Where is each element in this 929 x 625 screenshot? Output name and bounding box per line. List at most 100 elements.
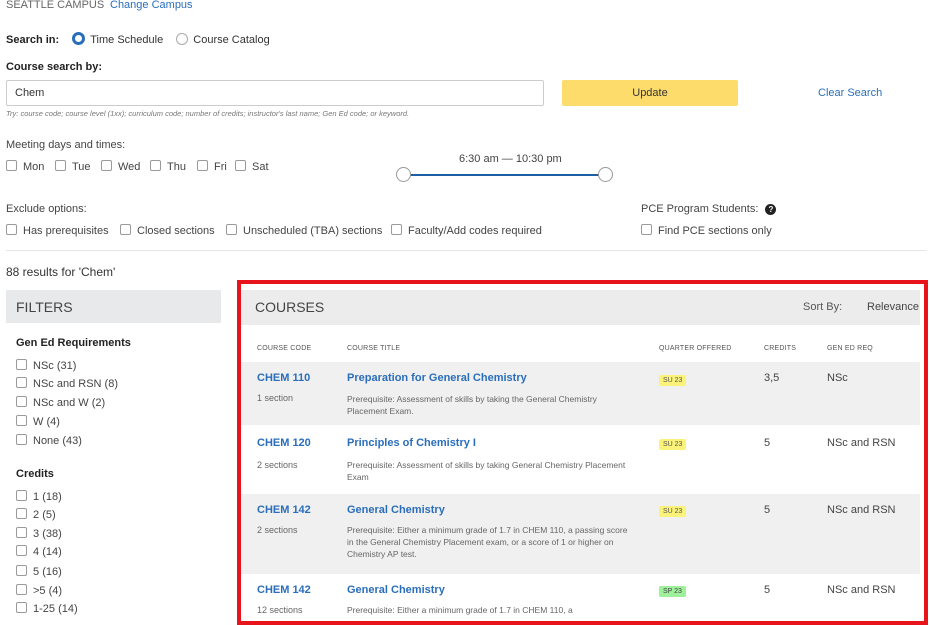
- header-course-title: COURSE TITLE: [347, 345, 401, 352]
- courses-title: COURSES: [255, 299, 325, 315]
- day-mon[interactable]: Mon: [6, 160, 44, 173]
- course-row[interactable]: CHEM 120 2 sections Principles of Chemis…: [241, 428, 920, 491]
- filter-credits-over-5[interactable]: >5 (4): [16, 584, 62, 597]
- radio-course-catalog[interactable]: Course Catalog: [176, 33, 270, 46]
- course-search-label: Course search by:: [6, 61, 102, 73]
- checkbox-icon: [16, 377, 27, 388]
- checkbox-icon: [16, 396, 27, 407]
- exclude-prerequisites[interactable]: Has prerequisites: [6, 224, 109, 237]
- time-slider-end-handle[interactable]: [598, 167, 613, 182]
- filter-gen-ed-nsc-rsn[interactable]: NSc and RSN (8): [16, 377, 118, 390]
- change-campus-link[interactable]: Change Campus: [110, 0, 193, 11]
- exclude-unscheduled[interactable]: Unscheduled (TBA) sections: [226, 224, 382, 237]
- radio-time-schedule[interactable]: Time Schedule: [72, 32, 163, 46]
- sections-count: 2 sections: [257, 460, 298, 470]
- course-row[interactable]: CHEM 142 2 sections General Chemistry Pr…: [241, 494, 920, 574]
- search-hint: Try: course code; course level (1xx); cu…: [6, 109, 410, 118]
- credits-filter-title: Credits: [16, 468, 54, 480]
- filter-gen-ed-nsc-w[interactable]: NSc and W (2): [16, 396, 105, 409]
- courses-header: COURSES Sort By: Relevance: [241, 290, 920, 325]
- checkbox-icon: [197, 160, 208, 171]
- filter-credits-5[interactable]: 5 (16): [16, 565, 62, 578]
- filter-gen-ed-w[interactable]: W (4): [16, 415, 60, 428]
- course-search-input[interactable]: [6, 80, 544, 106]
- course-row[interactable]: CHEM 110 1 section Preparation for Gener…: [241, 362, 920, 425]
- filter-credits-1-25[interactable]: 1-25 (14): [16, 602, 78, 615]
- checkbox-icon: [6, 224, 17, 235]
- update-button[interactable]: Update: [562, 80, 738, 106]
- day-fri[interactable]: Fri: [197, 160, 227, 173]
- gen-ed-value: NSc: [827, 372, 848, 384]
- checkbox-icon: [150, 160, 161, 171]
- checkbox-icon: [226, 224, 237, 235]
- checkbox-icon: [235, 160, 246, 171]
- gen-ed-value: NSc and RSN: [827, 437, 896, 449]
- course-code-link[interactable]: CHEM 120: [257, 437, 311, 449]
- checkbox-icon: [101, 160, 112, 171]
- meeting-label: Meeting days and times:: [6, 139, 126, 151]
- campus-name: SEATTLE CAMPUS: [6, 0, 105, 11]
- time-slider-start-handle[interactable]: [396, 167, 411, 182]
- course-code-link[interactable]: CHEM 142: [257, 504, 311, 516]
- exclude-label: Exclude options:: [6, 203, 87, 215]
- quarter-badge: SP 23: [659, 586, 686, 597]
- time-slider-track: [403, 174, 606, 176]
- filters-title: FILTERS: [16, 299, 73, 315]
- prerequisite-text: Prerequisite: Either a minimum grade of …: [347, 525, 628, 559]
- divider: [6, 250, 926, 251]
- filter-credits-1[interactable]: 1 (18): [16, 490, 62, 503]
- search-in-label: Search in:: [6, 34, 60, 46]
- filter-gen-ed-nsc[interactable]: NSc (31): [16, 359, 76, 372]
- course-title-link[interactable]: General Chemistry: [347, 584, 445, 596]
- gen-ed-value: NSc and RSN: [827, 504, 896, 516]
- filter-credits-4[interactable]: 4 (14): [16, 545, 62, 558]
- filter-credits-2[interactable]: 2 (5): [16, 508, 56, 521]
- filter-credits-3[interactable]: 3 (38): [16, 527, 62, 540]
- gen-ed-value: NSc and RSN: [827, 584, 896, 596]
- day-sat[interactable]: Sat: [235, 160, 269, 173]
- prerequisite-text: Prerequisite: Assessment of skills by ta…: [347, 394, 597, 416]
- sections-count: 2 sections: [257, 525, 298, 535]
- prerequisite-text: Prerequisite: Either a minimum grade of …: [347, 605, 573, 615]
- pce-label: PCE Program Students: ?: [641, 203, 777, 215]
- course-title-link[interactable]: General Chemistry: [347, 504, 445, 516]
- radio-unselected-icon: [176, 33, 189, 45]
- quarter-badge: SU 23: [659, 439, 687, 450]
- exclude-faculty-codes[interactable]: Faculty/Add codes required: [391, 224, 542, 237]
- header-course-code: COURSE CODE: [257, 345, 312, 352]
- clear-search-link[interactable]: Clear Search: [818, 87, 882, 99]
- day-wed[interactable]: Wed: [101, 160, 140, 173]
- checkbox-icon: [16, 602, 27, 613]
- course-row[interactable]: CHEM 142 12 sections General Chemistry P…: [241, 576, 920, 620]
- credits-value: 5: [764, 584, 771, 596]
- checkbox-icon: [6, 160, 17, 171]
- checkbox-icon: [16, 545, 27, 556]
- checkbox-icon: [16, 359, 27, 370]
- checkbox-icon: [16, 584, 27, 595]
- checkbox-icon: [16, 434, 27, 445]
- checkbox-icon: [16, 527, 27, 538]
- results-count: 88 results for 'Chem': [6, 265, 116, 279]
- sort-by-label: Sort By:: [803, 301, 843, 313]
- sort-by-select[interactable]: Relevance: [867, 301, 919, 313]
- pce-sections-only[interactable]: Find PCE sections only: [641, 224, 772, 237]
- header-credits: CREDITS: [764, 345, 797, 352]
- help-icon[interactable]: ?: [765, 204, 777, 215]
- sections-count: 1 section: [257, 393, 294, 403]
- search-in-row: Search in: Time Schedule Course Catalog: [6, 32, 270, 46]
- header-gen-ed-req: GEN ED REQ: [827, 345, 873, 352]
- filter-gen-ed-none[interactable]: None (43): [16, 434, 82, 447]
- day-thu[interactable]: Thu: [150, 160, 186, 173]
- course-title-link[interactable]: Principles of Chemistry I: [347, 437, 476, 449]
- credits-value: 3,5: [764, 372, 780, 384]
- header-quarter-offered: QUARTER OFFERED: [659, 345, 732, 352]
- course-code-link[interactable]: CHEM 142: [257, 584, 311, 596]
- day-tue[interactable]: Tue: [55, 160, 91, 173]
- exclude-closed[interactable]: Closed sections: [120, 224, 215, 237]
- radio-selected-icon: [72, 32, 86, 45]
- filters-header: FILTERS: [6, 290, 221, 323]
- gen-ed-title: Gen Ed Requirements: [16, 337, 131, 349]
- credits-value: 5: [764, 504, 771, 516]
- course-title-link[interactable]: Preparation for General Chemistry: [347, 372, 527, 384]
- course-code-link[interactable]: CHEM 110: [257, 372, 310, 384]
